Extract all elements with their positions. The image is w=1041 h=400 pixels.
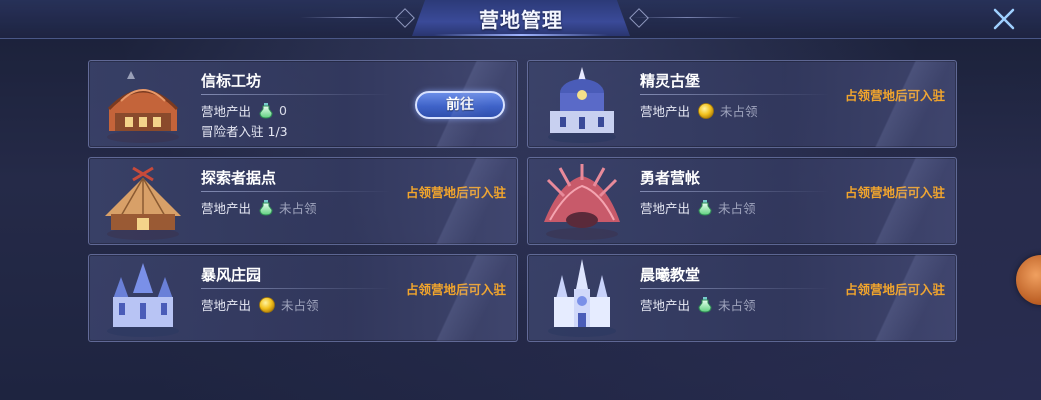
camp-name: 暴风庄园: [201, 266, 262, 284]
output-label: 营地产出: [201, 104, 252, 119]
page-title: 营地管理: [479, 8, 563, 32]
potion-icon: [698, 199, 712, 216]
output-label: 营地产出: [640, 201, 691, 216]
camp-card-explorer-outpost: 探索者据点 营地产出 未占领 占领营地后可入驻: [88, 157, 518, 245]
output-label: 营地产出: [640, 298, 691, 313]
output-row: 营地产出 0: [201, 101, 287, 120]
adventurers-label: 冒险者入驻: [201, 124, 264, 139]
output-row: 营地产出 未占领: [640, 198, 756, 217]
name-divider: [640, 288, 830, 289]
output-row: 营地产出 未占领: [640, 295, 756, 314]
occupy-condition-text: 占领营地后可入驻: [405, 282, 506, 297]
potion-icon: [259, 102, 273, 119]
camp-name: 探索者据点: [201, 169, 277, 187]
camp-name: 晨曦教堂: [640, 266, 701, 284]
output-value: 未占领: [720, 104, 758, 119]
name-divider: [201, 191, 391, 192]
outpost-building-icon: [105, 166, 181, 240]
camp-name: 信标工坊: [201, 72, 262, 90]
output-value: 未占领: [718, 298, 756, 313]
output-row: 营地产出 未占领: [640, 101, 758, 120]
output-value: 未占领: [718, 201, 756, 216]
camp-card-elf-castle: 精灵古堡 营地产出 未占领 占领营地后可入驻: [527, 60, 957, 148]
go-button[interactable]: 前往: [415, 91, 505, 119]
camp-card-dawn-cathedral: 晨曦教堂 营地产出 未占领 占领营地后可入驻: [527, 254, 957, 342]
output-value: 未占领: [279, 201, 317, 216]
adventurers-count: 1/3: [267, 124, 288, 139]
gold-coin-icon: [698, 102, 714, 119]
output-value: 0: [279, 103, 287, 118]
output-value: 未占领: [281, 298, 319, 313]
output-label: 营地产出: [201, 201, 252, 216]
workshop-building-icon: [107, 71, 179, 143]
gold-coin-icon: [259, 296, 275, 313]
output-row: 营地产出 未占领: [201, 198, 317, 217]
camp-card-hero-tent: 勇者营帐 营地产出 未占领 占领营地后可入驻: [527, 157, 957, 245]
camp-name: 精灵古堡: [640, 72, 701, 90]
occupy-condition-text: 占领营地后可入驻: [405, 185, 506, 200]
camp-card-beacon-workshop: 信标工坊 营地产出 0 冒险者入驻 1/3 前往: [88, 60, 518, 148]
adventurer-row: 冒险者入驻 1/3: [201, 121, 288, 140]
manor-building-icon: [107, 263, 179, 337]
name-divider: [640, 191, 830, 192]
camp-card-storm-manor: 暴风庄园 营地产出 未占领 占领营地后可入驻: [88, 254, 518, 342]
potion-icon: [698, 296, 712, 313]
occupy-condition-text: 占领营地后可入驻: [844, 88, 945, 103]
close-icon: [993, 8, 1015, 30]
name-divider: [201, 288, 391, 289]
output-label: 营地产出: [201, 298, 252, 313]
camp-name: 勇者营帐: [640, 169, 701, 187]
cathedral-building-icon: [548, 259, 616, 337]
occupy-condition-text: 占领营地后可入驻: [844, 282, 945, 297]
close-button[interactable]: [989, 4, 1019, 34]
tent-building-icon: [544, 164, 620, 240]
name-divider: [201, 94, 391, 95]
potion-icon: [259, 199, 273, 216]
output-row: 营地产出 未占领: [201, 295, 319, 314]
header-divider-left: [300, 17, 410, 18]
output-label: 营地产出: [640, 104, 691, 119]
occupy-condition-text: 占领营地后可入驻: [844, 185, 945, 200]
castle-building-icon: [548, 67, 616, 143]
name-divider: [640, 94, 830, 95]
